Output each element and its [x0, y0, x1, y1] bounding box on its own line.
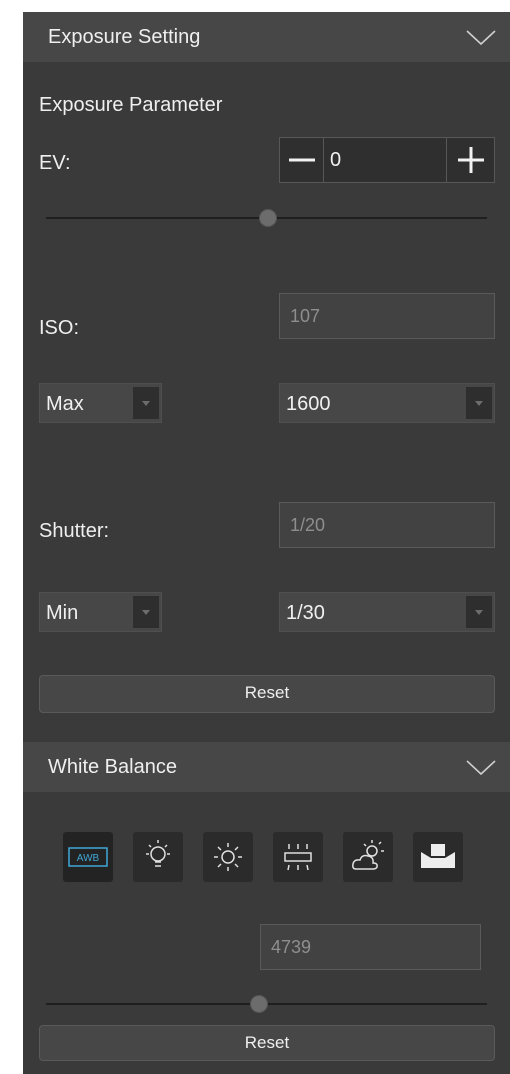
- exposure-parameter-label: Exposure Parameter: [39, 94, 223, 116]
- cloudy-preset-button[interactable]: [343, 832, 393, 882]
- custom-white-balance-icon: [421, 844, 455, 868]
- lightbulb-icon: [146, 840, 170, 867]
- awb-preset-button[interactable]: AWB: [63, 832, 113, 882]
- sun-icon: [214, 843, 242, 871]
- iso-value-field[interactable]: 107: [279, 293, 495, 339]
- camera-settings-panel: Exposure Setting Exposure Parameter EV: …: [23, 12, 510, 1074]
- plus-icon: [458, 147, 484, 173]
- daylight-preset-button[interactable]: [203, 832, 253, 882]
- shutter-mode-select[interactable]: Min: [39, 592, 162, 632]
- ev-value-field[interactable]: 0: [323, 138, 447, 182]
- iso-limit-select[interactable]: 1600: [279, 383, 495, 423]
- shutter-limit-select[interactable]: 1/30: [279, 592, 495, 632]
- iso-limit-value: 1600: [286, 393, 331, 415]
- cloudy-sun-icon: [352, 840, 384, 870]
- white-balance-header-title: White Balance: [48, 756, 177, 778]
- iso-mode-select[interactable]: Max: [39, 383, 162, 423]
- incandescent-preset-button[interactable]: [133, 832, 183, 882]
- ev-slider-knob[interactable]: [258, 209, 277, 227]
- color-temperature-field[interactable]: 4739: [260, 924, 481, 970]
- ev-stepper[interactable]: 0: [279, 137, 495, 183]
- iso-mode-value: Max: [46, 393, 84, 415]
- shutter-limit-value: 1/30: [286, 602, 325, 624]
- shutter-mode-value: Min: [46, 602, 79, 624]
- exposure-reset-button[interactable]: Reset: [39, 675, 495, 713]
- dropdown-arrow-icon: [133, 596, 159, 628]
- awb-icon: AWB: [68, 847, 108, 867]
- white-balance-reset-button[interactable]: Reset: [39, 1025, 495, 1061]
- dropdown-arrow-icon: [466, 596, 492, 628]
- chevron-down-icon[interactable]: [466, 760, 496, 776]
- white-balance-section-header[interactable]: White Balance: [23, 742, 510, 792]
- shutter-label: Shutter:: [39, 520, 110, 542]
- shutter-value-field[interactable]: 1/20: [279, 502, 495, 548]
- ev-increment-button[interactable]: [452, 141, 490, 179]
- iso-label: ISO:: [39, 317, 80, 339]
- dropdown-arrow-icon: [133, 387, 159, 419]
- fluorescent-icon: [284, 844, 312, 871]
- chevron-down-icon[interactable]: [466, 30, 496, 46]
- exposure-header-title: Exposure Setting: [48, 26, 201, 48]
- fluorescent-preset-button[interactable]: [273, 832, 323, 882]
- ev-decrement-button[interactable]: [283, 141, 321, 179]
- ev-label: EV:: [39, 152, 71, 174]
- color-temperature-slider-knob[interactable]: [249, 995, 268, 1013]
- exposure-section-header[interactable]: Exposure Setting: [23, 12, 510, 62]
- minus-icon: [289, 158, 315, 162]
- awb-icon-text: AWB: [77, 853, 100, 864]
- custom-wb-preset-button[interactable]: [413, 832, 463, 882]
- dropdown-arrow-icon: [466, 387, 492, 419]
